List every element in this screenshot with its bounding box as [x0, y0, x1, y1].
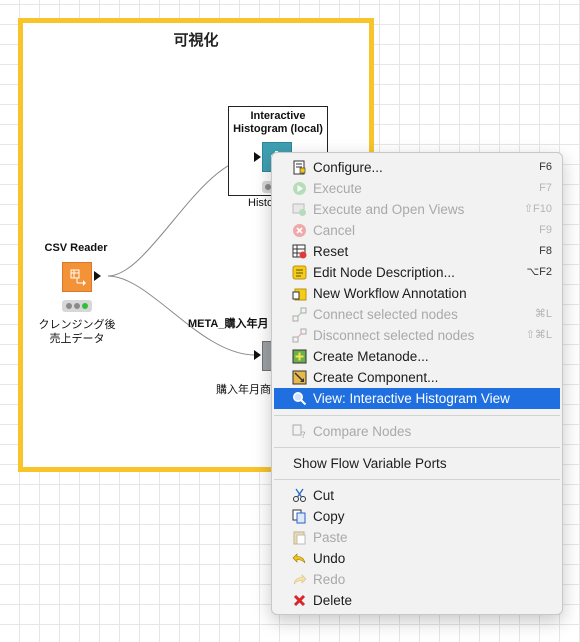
compare-nodes-icon: ?	[292, 424, 306, 439]
execute-open-views-icon	[292, 203, 306, 216]
histogram-input-port[interactable]	[254, 152, 261, 162]
paste-icon	[293, 531, 306, 545]
menu-item-execute-open-views[interactable]: Execute and Open Views ⇧F10	[274, 199, 560, 220]
menu-item-edit-node-description[interactable]: Edit Node Description... ⌥F2	[274, 262, 560, 283]
menu-item-reset[interactable]: Reset F8	[274, 241, 560, 262]
histogram-name: Interactive Histogram (local)	[233, 110, 323, 135]
csv-reader-status	[62, 300, 92, 312]
menu-item-disconnect-selected-nodes[interactable]: Disconnect selected nodes ⇧⌘L	[274, 325, 560, 346]
connect-nodes-icon	[292, 307, 307, 322]
menu-item-undo[interactable]: Undo	[274, 548, 560, 569]
menu-item-copy[interactable]: Copy	[274, 506, 560, 527]
menu-item-paste[interactable]: Paste	[274, 527, 560, 548]
delete-icon	[293, 594, 306, 607]
menu-item-show-flow-variable-ports[interactable]: Show Flow Variable Ports	[274, 453, 560, 474]
menu-item-new-workflow-annotation[interactable]: New Workflow Annotation	[274, 283, 560, 304]
redo-icon	[293, 574, 307, 585]
csv-reader-output-port[interactable]	[94, 271, 101, 281]
csv-reader-name: CSV Reader	[44, 242, 108, 254]
metanode-input-port[interactable]	[254, 350, 261, 360]
menu-item-cut[interactable]: Cut	[274, 485, 560, 506]
menu-item-execute[interactable]: Execute F7	[274, 178, 560, 199]
svg-text:?: ?	[301, 431, 306, 439]
csv-reader-description: クレンジング後 売上データ	[38, 319, 116, 345]
menu-item-redo[interactable]: Redo	[274, 569, 560, 590]
annotation-icon	[292, 288, 307, 301]
menu-item-configure[interactable]: Configure... F6	[274, 157, 560, 178]
menu-item-compare-nodes[interactable]: ? Compare Nodes	[274, 421, 560, 442]
execute-icon	[293, 182, 306, 195]
create-component-icon	[292, 370, 307, 385]
configure-icon	[293, 160, 306, 175]
menu-item-cancel[interactable]: Cancel F9	[274, 220, 560, 241]
reset-icon	[292, 244, 307, 259]
copy-icon	[292, 509, 306, 524]
menu-separator	[274, 479, 560, 480]
undo-icon	[292, 553, 306, 564]
disconnect-nodes-icon	[292, 328, 307, 343]
edit-description-icon	[292, 265, 307, 280]
menu-separator	[274, 447, 560, 448]
cut-icon	[293, 488, 306, 502]
context-menu: Configure... F6 Execute F7 Execute and O…	[271, 152, 563, 615]
menu-item-connect-selected-nodes[interactable]: Connect selected nodes ⌘L	[274, 304, 560, 325]
menu-item-create-component[interactable]: Create Component...	[274, 367, 560, 388]
cancel-icon	[293, 224, 306, 237]
menu-item-delete[interactable]: Delete	[274, 590, 560, 611]
magnifier-icon	[293, 392, 307, 406]
menu-separator	[274, 415, 560, 416]
csv-reader-node[interactable]	[62, 262, 92, 292]
create-metanode-icon	[292, 349, 307, 364]
table-arrow-icon	[70, 269, 86, 286]
menu-item-view-interactive-histogram[interactable]: View: Interactive Histogram View	[274, 388, 560, 409]
menu-item-create-metanode[interactable]: Create Metanode...	[274, 346, 560, 367]
metanode-description: 購入年月商	[216, 384, 271, 396]
